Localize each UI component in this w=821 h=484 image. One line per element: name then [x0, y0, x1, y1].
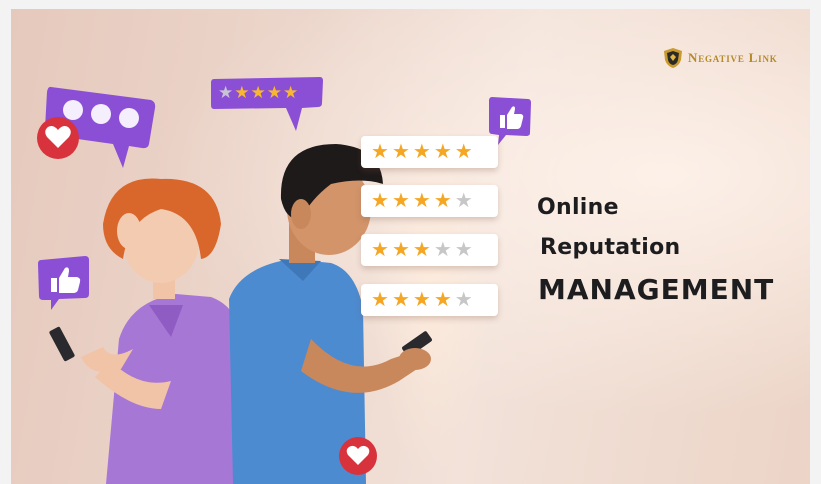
headline-line-3: MANAGEMENT [538, 273, 775, 306]
card-stars: ★ ★ ★ ★ ★ [371, 240, 473, 260]
logo-icon [664, 48, 682, 68]
star-icon: ★ [454, 239, 473, 261]
star-icon: ★ [433, 239, 452, 261]
rating-card: ★ ★ ★ ★ ★ [361, 185, 498, 217]
woman-figure [49, 178, 240, 484]
card-stars: ★ ★ ★ ★ ★ [371, 290, 473, 310]
star-icon: ★ [433, 190, 452, 212]
star-icon: ★ [433, 289, 452, 311]
rating-card: ★ ★ ★ ★ ★ [361, 234, 498, 266]
star-icon: ★ [412, 190, 431, 212]
rating-card: ★ ★ ★ ★ ★ [361, 136, 498, 168]
star-icon: ★ [391, 289, 410, 311]
star-icon: ★ [391, 141, 410, 163]
heart-icon [37, 117, 79, 159]
star-icon: ★ [266, 83, 282, 102]
brand-name: Negative Link [688, 50, 778, 65]
star-icon: ★ [371, 289, 389, 311]
card-stars: ★ ★ ★ ★ ★ [371, 191, 473, 211]
star-icon: ★ [454, 289, 473, 311]
star-icon: ★ [283, 83, 299, 102]
banner: ★ ★ ★ ★ ★ ★ ★ ★ ★ ★ ★ ★ ★ ★ ★ ★ ★ ★ ★ ★ ★ ★ ★ ★ ★ Negative L… [11, 9, 810, 484]
headline-line-1: Online [537, 195, 619, 220]
star-icon: ★ [391, 190, 410, 212]
star-icon: ★ [412, 239, 431, 261]
star-icon: ★ [371, 141, 389, 163]
star-icon: ★ [454, 141, 473, 163]
star-icon: ★ [391, 239, 410, 261]
card-stars: ★ ★ ★ ★ ★ [371, 142, 473, 162]
headline-line-2: Reputation [540, 235, 681, 260]
star-icon: ★ [218, 83, 234, 102]
rating-bubble: ★ ★ ★ ★ ★ [210, 77, 323, 141]
star-icon: ★ [412, 289, 431, 311]
star-icon: ★ [371, 239, 389, 261]
star-icon: ★ [250, 83, 266, 102]
bubble-stars: ★ ★ ★ ★ ★ [218, 84, 298, 101]
star-icon: ★ [371, 190, 389, 212]
heart-icon [339, 437, 377, 475]
star-icon: ★ [433, 141, 452, 163]
star-icon: ★ [234, 83, 250, 102]
rating-card: ★ ★ ★ ★ ★ [361, 284, 498, 316]
star-icon: ★ [454, 190, 473, 212]
brand-logo: Negative Link [663, 47, 778, 69]
star-icon: ★ [412, 141, 431, 163]
thumbs-up-icon [38, 256, 89, 310]
